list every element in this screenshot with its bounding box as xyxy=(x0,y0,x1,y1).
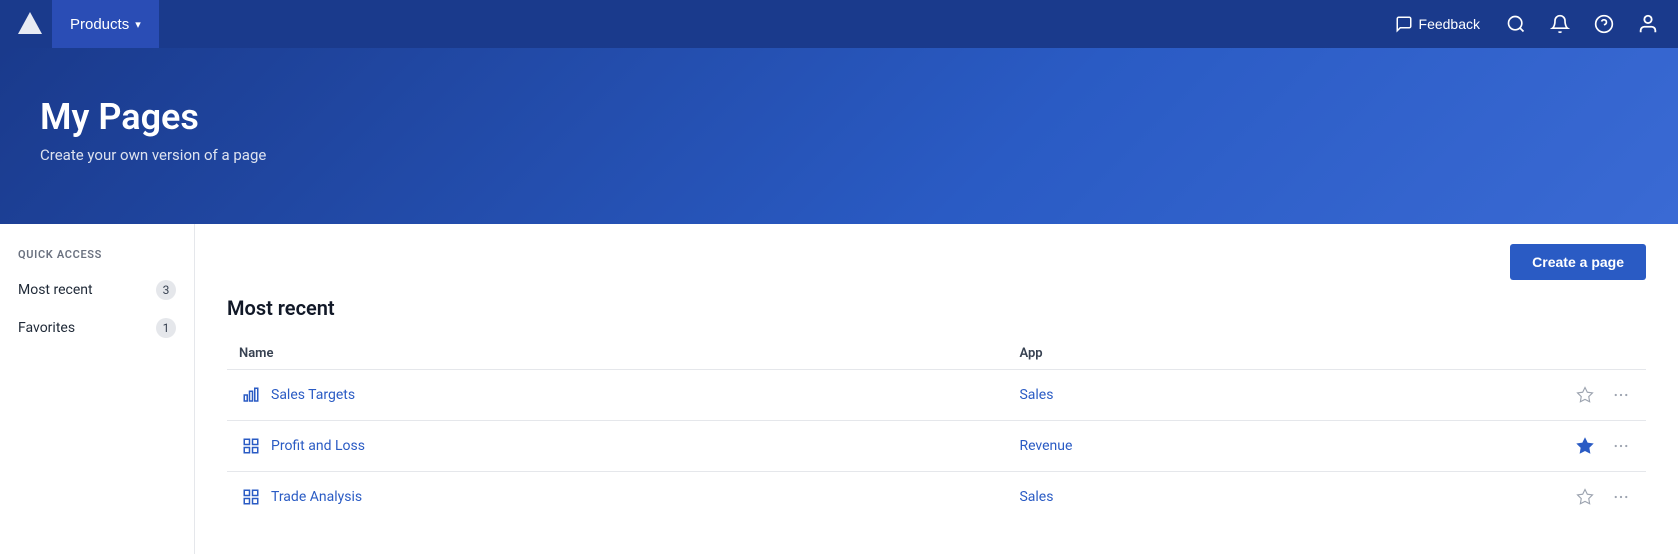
table-cell-app: Sales xyxy=(1007,370,1504,421)
table-header-app: App xyxy=(1007,338,1504,370)
most-recent-count: 3 xyxy=(156,280,176,300)
notifications-button[interactable] xyxy=(1542,6,1578,42)
star-icon xyxy=(1576,386,1594,404)
bell-icon xyxy=(1550,14,1570,34)
favorite-button[interactable] xyxy=(1572,382,1598,408)
sidebar-item-most-recent[interactable]: Most recent 3 xyxy=(0,271,194,309)
table-cell-actions xyxy=(1504,472,1646,523)
ellipsis-icon xyxy=(1612,437,1630,455)
content-header: Create a page xyxy=(227,224,1646,296)
table-row: Sales Targets Sales xyxy=(227,370,1646,421)
sidebar-item-favorites-label: Favorites xyxy=(18,320,75,336)
page-name-link[interactable]: Sales Targets xyxy=(239,383,995,407)
table-cell-name: Trade Analysis xyxy=(227,472,1007,523)
chevron-down-icon: ▾ xyxy=(135,18,141,31)
page-subtitle: Create your own version of a page xyxy=(40,146,1638,164)
table-cell-actions xyxy=(1504,370,1646,421)
favorite-button[interactable] xyxy=(1572,433,1598,459)
table-cell-name: Sales Targets xyxy=(227,370,1007,421)
help-button[interactable] xyxy=(1586,6,1622,42)
feedback-label: Feedback xyxy=(1419,16,1480,32)
content-area: Create a page Most recent Name App Sales… xyxy=(195,224,1678,554)
feedback-icon xyxy=(1395,15,1413,33)
more-options-button[interactable] xyxy=(1608,382,1634,408)
user-icon xyxy=(1637,13,1659,35)
top-navigation: Products ▾ Feedback xyxy=(0,0,1678,48)
star-icon xyxy=(1576,488,1594,506)
pages-table: Name App Sales Targets Sales xyxy=(227,338,1646,522)
table-row: Trade Analysis Sales xyxy=(227,472,1646,523)
app-link[interactable]: Sales xyxy=(1019,387,1053,403)
more-options-button[interactable] xyxy=(1608,484,1634,510)
more-options-button[interactable] xyxy=(1608,433,1634,459)
ellipsis-icon xyxy=(1612,488,1630,506)
help-icon xyxy=(1594,14,1614,34)
table-cell-app: Sales xyxy=(1007,472,1504,523)
ellipsis-icon xyxy=(1612,386,1630,404)
feedback-button[interactable]: Feedback xyxy=(1385,9,1490,39)
page-icon xyxy=(239,485,263,509)
table-header-name: Name xyxy=(227,338,1007,370)
app-link[interactable]: Revenue xyxy=(1019,438,1072,454)
topnav-right-actions: Feedback xyxy=(1385,6,1666,42)
search-button[interactable] xyxy=(1498,6,1534,42)
sidebar-item-most-recent-label: Most recent xyxy=(18,282,93,298)
page-name-link[interactable]: Profit and Loss xyxy=(239,434,995,458)
section-title: Most recent xyxy=(227,296,1646,320)
products-menu-button[interactable]: Products ▾ xyxy=(52,0,159,48)
products-label: Products xyxy=(70,16,129,33)
table-header-actions xyxy=(1504,338,1646,370)
favorites-count: 1 xyxy=(156,318,176,338)
star-filled-icon xyxy=(1576,437,1594,455)
page-icon xyxy=(239,383,263,407)
favorite-button[interactable] xyxy=(1572,484,1598,510)
page-title: My Pages xyxy=(40,96,1638,138)
table-cell-app: Revenue xyxy=(1007,421,1504,472)
main-area: QUICK ACCESS Most recent 3 Favorites 1 C… xyxy=(0,224,1678,554)
user-profile-button[interactable] xyxy=(1630,6,1666,42)
sidebar: QUICK ACCESS Most recent 3 Favorites 1 xyxy=(0,224,195,554)
app-logo[interactable] xyxy=(12,6,48,42)
sidebar-item-favorites[interactable]: Favorites 1 xyxy=(0,309,194,347)
table-row: Profit and Loss Revenue xyxy=(227,421,1646,472)
create-page-button[interactable]: Create a page xyxy=(1510,244,1646,280)
table-cell-actions xyxy=(1504,421,1646,472)
search-icon xyxy=(1506,14,1526,34)
page-name-link[interactable]: Trade Analysis xyxy=(239,485,995,509)
app-link[interactable]: Sales xyxy=(1019,489,1053,505)
hero-section: My Pages Create your own version of a pa… xyxy=(0,48,1678,224)
table-cell-name: Profit and Loss xyxy=(227,421,1007,472)
sidebar-section-label: QUICK ACCESS xyxy=(0,248,194,271)
page-icon xyxy=(239,434,263,458)
